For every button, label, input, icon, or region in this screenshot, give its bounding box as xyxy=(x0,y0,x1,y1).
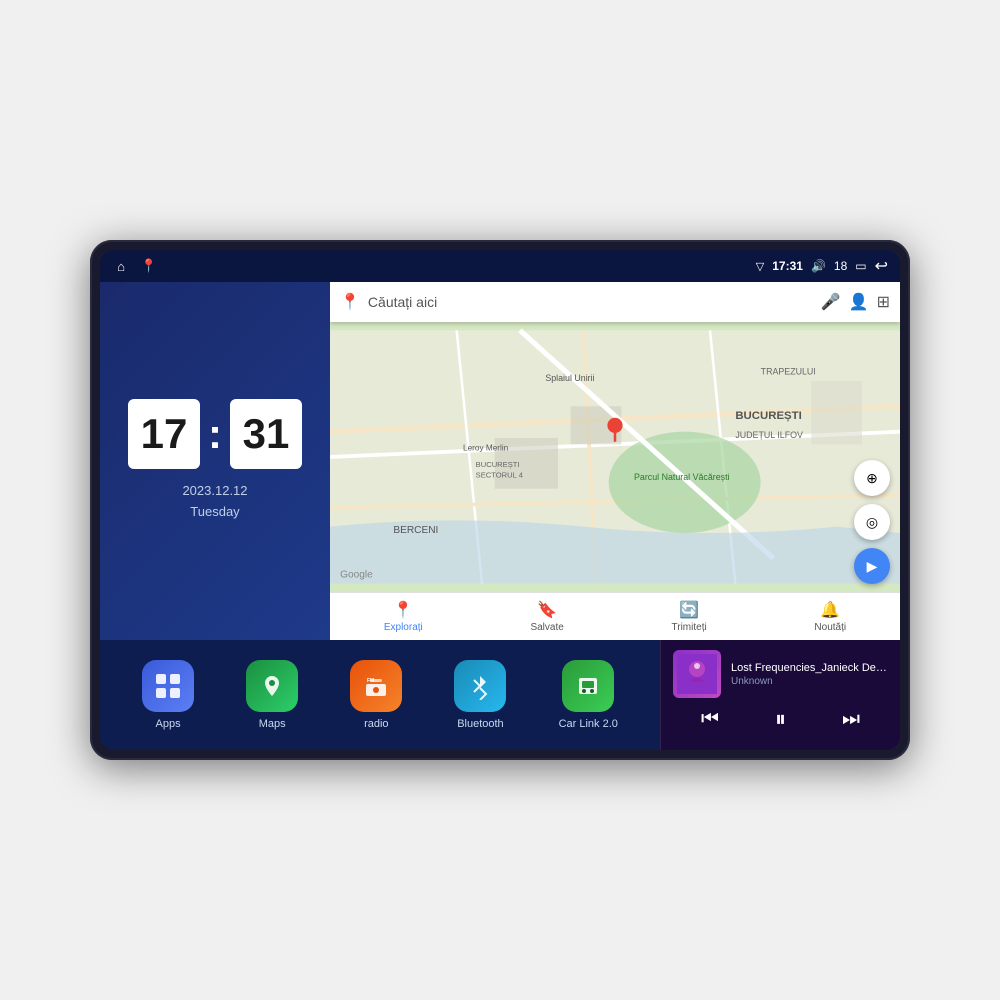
radio-label: radio xyxy=(364,718,388,730)
saved-label: Salvate xyxy=(530,622,563,633)
google-maps-icon: 📍 xyxy=(340,292,360,312)
volume-level: 18 xyxy=(834,259,847,273)
location-fab[interactable]: ◎ xyxy=(854,504,890,540)
back-icon[interactable]: ↩ xyxy=(875,256,888,276)
bottom-section: Apps Maps xyxy=(100,640,900,750)
home-icon[interactable]: ⌂ xyxy=(112,257,130,275)
share-icon: 🔄 xyxy=(679,600,699,620)
clock-date: 2023.12.12 Tuesday xyxy=(182,481,247,523)
news-label: Noutăți xyxy=(814,622,846,633)
app-item-radio[interactable]: FM radio xyxy=(350,660,402,730)
clock-date-value: 2023.12.12 xyxy=(182,481,247,502)
carlink-label: Car Link 2.0 xyxy=(559,718,618,730)
maps-label: Maps xyxy=(259,718,286,730)
svg-text:Google: Google xyxy=(340,569,373,580)
music-text: Lost Frequencies_Janieck Devy-... Unknow… xyxy=(731,662,888,687)
app-item-bluetooth[interactable]: Bluetooth xyxy=(454,660,506,730)
map-nav-saved[interactable]: 🔖 Salvate xyxy=(530,600,563,633)
map-area[interactable]: BUCUREȘTI JUDEȚUL ILFOV BERCENI TRAPEZUL… xyxy=(330,322,900,592)
music-play-button[interactable]: ⏸ xyxy=(767,702,794,736)
svg-text:BUCUREȘTI: BUCUREȘTI xyxy=(476,460,520,469)
svg-text:Parcul Natural Văcărești: Parcul Natural Văcărești xyxy=(634,472,730,482)
volume-icon: 🔊 xyxy=(811,259,826,273)
radio-icon: FM xyxy=(350,660,402,712)
clock-colon: : xyxy=(208,413,222,455)
svg-text:SECTORUL 4: SECTORUL 4 xyxy=(476,470,523,479)
clock-minutes: 31 xyxy=(230,399,302,469)
mic-icon[interactable]: 🎤 xyxy=(821,292,841,312)
svg-text:Leroy Merlin: Leroy Merlin xyxy=(463,444,509,453)
music-prev-button[interactable]: ⏮ xyxy=(693,704,727,735)
app-item-carlink[interactable]: Car Link 2.0 xyxy=(559,660,618,730)
explore-icon: 📍 xyxy=(393,600,413,620)
news-icon: 🔔 xyxy=(820,600,840,620)
apps-grid: Apps Maps xyxy=(100,640,660,750)
main-content: 17 : 31 2023.12.12 Tuesday 📍 Căutați aic… xyxy=(100,282,900,750)
carlink-icon xyxy=(562,660,614,712)
maps-icon xyxy=(246,660,298,712)
explore-label: Explorați xyxy=(384,622,423,633)
map-svg: BUCUREȘTI JUDEȚUL ILFOV BERCENI TRAPEZUL… xyxy=(330,322,900,592)
battery-icon: ▭ xyxy=(855,259,866,273)
compass-fab[interactable]: ⊕ xyxy=(854,460,890,496)
app-item-apps[interactable]: Apps xyxy=(142,660,194,730)
clock-display: 17 : 31 xyxy=(128,399,302,469)
status-right-info: ▽ 17:31 🔊 18 ▭ ↩ xyxy=(756,256,888,276)
layers-icon[interactable]: ⊞ xyxy=(877,292,890,312)
top-section: 17 : 31 2023.12.12 Tuesday 📍 Căutați aic… xyxy=(100,282,900,640)
clock-hours: 17 xyxy=(128,399,200,469)
svg-text:BUCUREȘTI: BUCUREȘTI xyxy=(735,410,801,422)
saved-icon: 🔖 xyxy=(537,600,557,620)
map-search-actions: 🎤 👤 ⊞ xyxy=(821,292,890,312)
music-artist: Unknown xyxy=(731,676,888,687)
svg-text:BERCENI: BERCENI xyxy=(393,525,438,536)
svg-text:TRAPEZULUI: TRAPEZULUI xyxy=(761,367,816,377)
map-panel[interactable]: 📍 Căutați aici 🎤 👤 ⊞ xyxy=(330,282,900,640)
app-item-maps[interactable]: Maps xyxy=(246,660,298,730)
maps-status-icon[interactable]: 📍 xyxy=(140,257,158,275)
music-info: Lost Frequencies_Janieck Devy-... Unknow… xyxy=(673,650,888,698)
map-nav-news[interactable]: 🔔 Noutăți xyxy=(814,600,846,633)
music-thumbnail xyxy=(673,650,721,698)
map-nav-explore[interactable]: 📍 Explorați xyxy=(384,600,423,633)
status-bar: ⌂ 📍 ▽ 17:31 🔊 18 ▭ ↩ xyxy=(100,250,900,282)
svg-text:FM: FM xyxy=(367,678,374,684)
bluetooth-label: Bluetooth xyxy=(457,718,503,730)
map-nav-share[interactable]: 🔄 Trimiteți xyxy=(672,600,707,633)
device-frame: ⌂ 📍 ▽ 17:31 🔊 18 ▭ ↩ 17 : xyxy=(90,240,910,760)
map-search-bar[interactable]: 📍 Căutați aici 🎤 👤 ⊞ xyxy=(330,282,900,322)
account-icon[interactable]: 👤 xyxy=(849,292,869,312)
clock-day: Tuesday xyxy=(182,502,247,523)
apps-icon xyxy=(142,660,194,712)
status-time: 17:31 xyxy=(772,259,803,273)
navigate-fab[interactable]: ▶ xyxy=(854,548,890,584)
clock-panel: 17 : 31 2023.12.12 Tuesday xyxy=(100,282,330,640)
share-label: Trimiteți xyxy=(672,622,707,633)
music-player: Lost Frequencies_Janieck Devy-... Unknow… xyxy=(660,640,900,750)
map-search-placeholder[interactable]: Căutați aici xyxy=(368,294,813,310)
music-title: Lost Frequencies_Janieck Devy-... xyxy=(731,662,888,674)
signal-icon: ▽ xyxy=(756,260,764,273)
music-next-button[interactable]: ⏭ xyxy=(834,704,868,735)
svg-text:JUDEȚUL ILFOV: JUDEȚUL ILFOV xyxy=(735,430,803,440)
music-controls: ⏮ ⏸ ⏭ xyxy=(673,698,888,740)
apps-label: Apps xyxy=(156,718,181,730)
status-left-icons: ⌂ 📍 xyxy=(112,257,158,275)
bluetooth-icon xyxy=(454,660,506,712)
device-screen: ⌂ 📍 ▽ 17:31 🔊 18 ▭ ↩ 17 : xyxy=(100,250,900,750)
svg-text:Splaiul Unirii: Splaiul Unirii xyxy=(545,373,594,383)
map-bottom-bar: 📍 Explorați 🔖 Salvate 🔄 Trimiteți � xyxy=(330,592,900,640)
